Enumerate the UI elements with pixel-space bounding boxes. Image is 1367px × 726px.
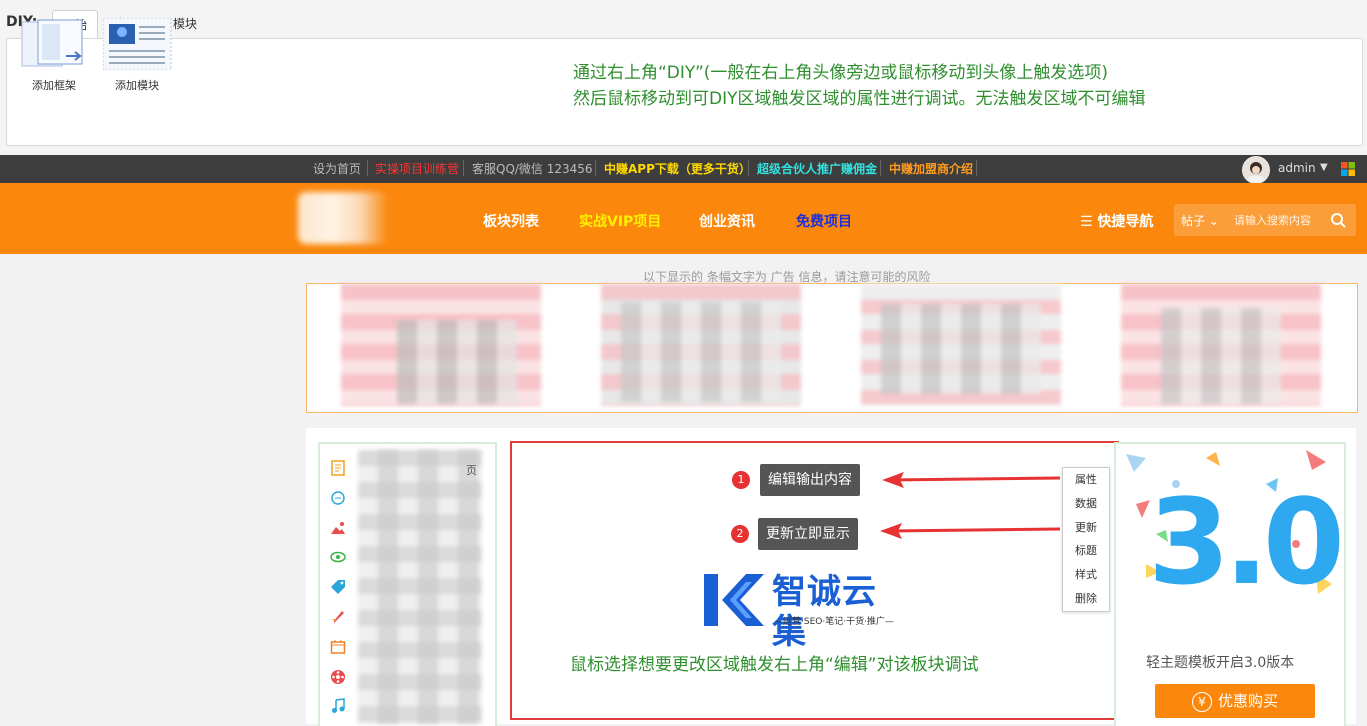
- divider: [463, 160, 464, 176]
- music-icon: [332, 698, 345, 713]
- callout-edit-output: 编辑输出内容: [760, 464, 860, 496]
- frame-icon: [21, 19, 83, 67]
- topbar-link-franchise[interactable]: 中赚加盟商介绍: [889, 162, 973, 176]
- topbar-link-home[interactable]: 设为首页: [313, 162, 361, 176]
- brand-logo: 智诚云集 —运营·SEO·笔记·干货·推广—: [700, 568, 910, 652]
- topbar-link-service[interactable]: 客服QQ/微信 123456: [472, 162, 593, 176]
- nav-item-forums[interactable]: 板块列表: [483, 211, 539, 231]
- brand-subtitle: —运营·SEO·笔记·干货·推广—: [774, 617, 894, 627]
- divider: [976, 160, 977, 176]
- diy-windows-icon[interactable]: [1341, 162, 1355, 176]
- topbar-link-partner[interactable]: 超级合伙人推广赚佣金: [757, 162, 877, 176]
- arrow-icon: [882, 472, 1061, 488]
- divider: [748, 160, 749, 176]
- film-icon: [331, 670, 345, 684]
- chevron-down-icon: ⌄: [1208, 214, 1219, 228]
- buy-button-label: 优惠购买: [1217, 692, 1278, 710]
- eye-icon: [330, 551, 346, 563]
- quick-nav-button[interactable]: ☰ 快捷导航: [1080, 211, 1153, 231]
- menu-item-data[interactable]: 数据: [1063, 492, 1109, 516]
- menu-icon: ☰: [1080, 214, 1098, 230]
- callout-number-2: 2: [731, 525, 749, 543]
- divider: [595, 160, 596, 176]
- nav-item-news[interactable]: 创业资讯: [699, 211, 755, 231]
- tag-icon: [331, 580, 345, 594]
- add-module-button[interactable]: 添加模块: [102, 17, 172, 93]
- nav-item-vip[interactable]: 实战VIP项目: [579, 211, 661, 231]
- diy-hint-line2: 然后鼠标移动到可DIY区域触发区域的属性进行调试。无法触发区域不可编辑: [573, 89, 1146, 109]
- username[interactable]: admin: [1278, 161, 1316, 175]
- add-module-label: 添加模块: [115, 79, 159, 92]
- module-icon: [102, 17, 172, 71]
- menu-item-title[interactable]: 标题: [1063, 539, 1109, 563]
- menu-item-update[interactable]: 更新: [1063, 516, 1109, 540]
- quick-nav-label: 快捷导航: [1097, 214, 1154, 230]
- brand-title: 智诚云集: [772, 572, 877, 652]
- callout-number-1: 1: [732, 471, 750, 489]
- diy-hint-line1: 通过右上角“DIY”(一般在右上角头像旁边或鼠标移动到头像上触发选项): [573, 63, 1109, 83]
- promo-big-text: 3.0: [1148, 473, 1345, 611]
- add-frame-button[interactable]: 添加框架: [20, 18, 88, 93]
- topbar-link-app[interactable]: 中赚APP下载（更多干货）: [604, 162, 751, 176]
- add-frame-label: 添加框架: [32, 79, 76, 92]
- nav-item-free[interactable]: 免费项目: [796, 211, 852, 231]
- callout-update-now: 更新立即显示: [758, 518, 858, 550]
- image-icon: [331, 522, 345, 534]
- menu-item-delete[interactable]: 删除: [1063, 587, 1109, 611]
- site-logo[interactable]: [298, 192, 388, 244]
- chevron-down-icon[interactable]: ▼: [1320, 162, 1328, 173]
- ad-banner[interactable]: [306, 283, 1358, 413]
- list-item-partial: 页: [466, 464, 477, 477]
- menu-item-style[interactable]: 样式: [1063, 563, 1109, 587]
- divider: [880, 160, 881, 176]
- document-icon: [331, 460, 345, 476]
- buy-button[interactable]: ¥ 优惠购买: [1155, 684, 1315, 718]
- menu-item-properties[interactable]: 属性: [1063, 468, 1109, 492]
- search-type-select[interactable]: 帖子 ⌄: [1181, 212, 1219, 229]
- diy-context-menu: 属性 数据 更新 标题 样式 删除: [1062, 467, 1110, 612]
- topbar-link-training[interactable]: 实操项目训练营: [375, 162, 459, 176]
- yen-icon: ¥: [1191, 691, 1212, 712]
- promo-caption: 轻主题模板开启3.0版本: [1146, 655, 1295, 671]
- diy-hint: 通过右上角“DIY”(一般在右上角头像旁边或鼠标移动到头像上触发选项) 然后鼠标…: [573, 60, 1146, 112]
- search-input[interactable]: [1234, 210, 1326, 230]
- arrow-icon: [880, 523, 1061, 539]
- chat-icon: [331, 491, 345, 505]
- search-icon[interactable]: [1330, 212, 1346, 228]
- block-caption: 鼠标选择想要更改区域触发右上角“编辑”对该板块调试: [570, 655, 979, 675]
- search-type-label: 帖子: [1181, 214, 1206, 228]
- divider: [367, 160, 368, 176]
- brand-mark-icon: [704, 574, 764, 626]
- calendar-icon: [330, 640, 346, 654]
- rocket-icon: [332, 611, 344, 623]
- avatar[interactable]: [1242, 156, 1270, 184]
- main-nav: [0, 183, 1367, 254]
